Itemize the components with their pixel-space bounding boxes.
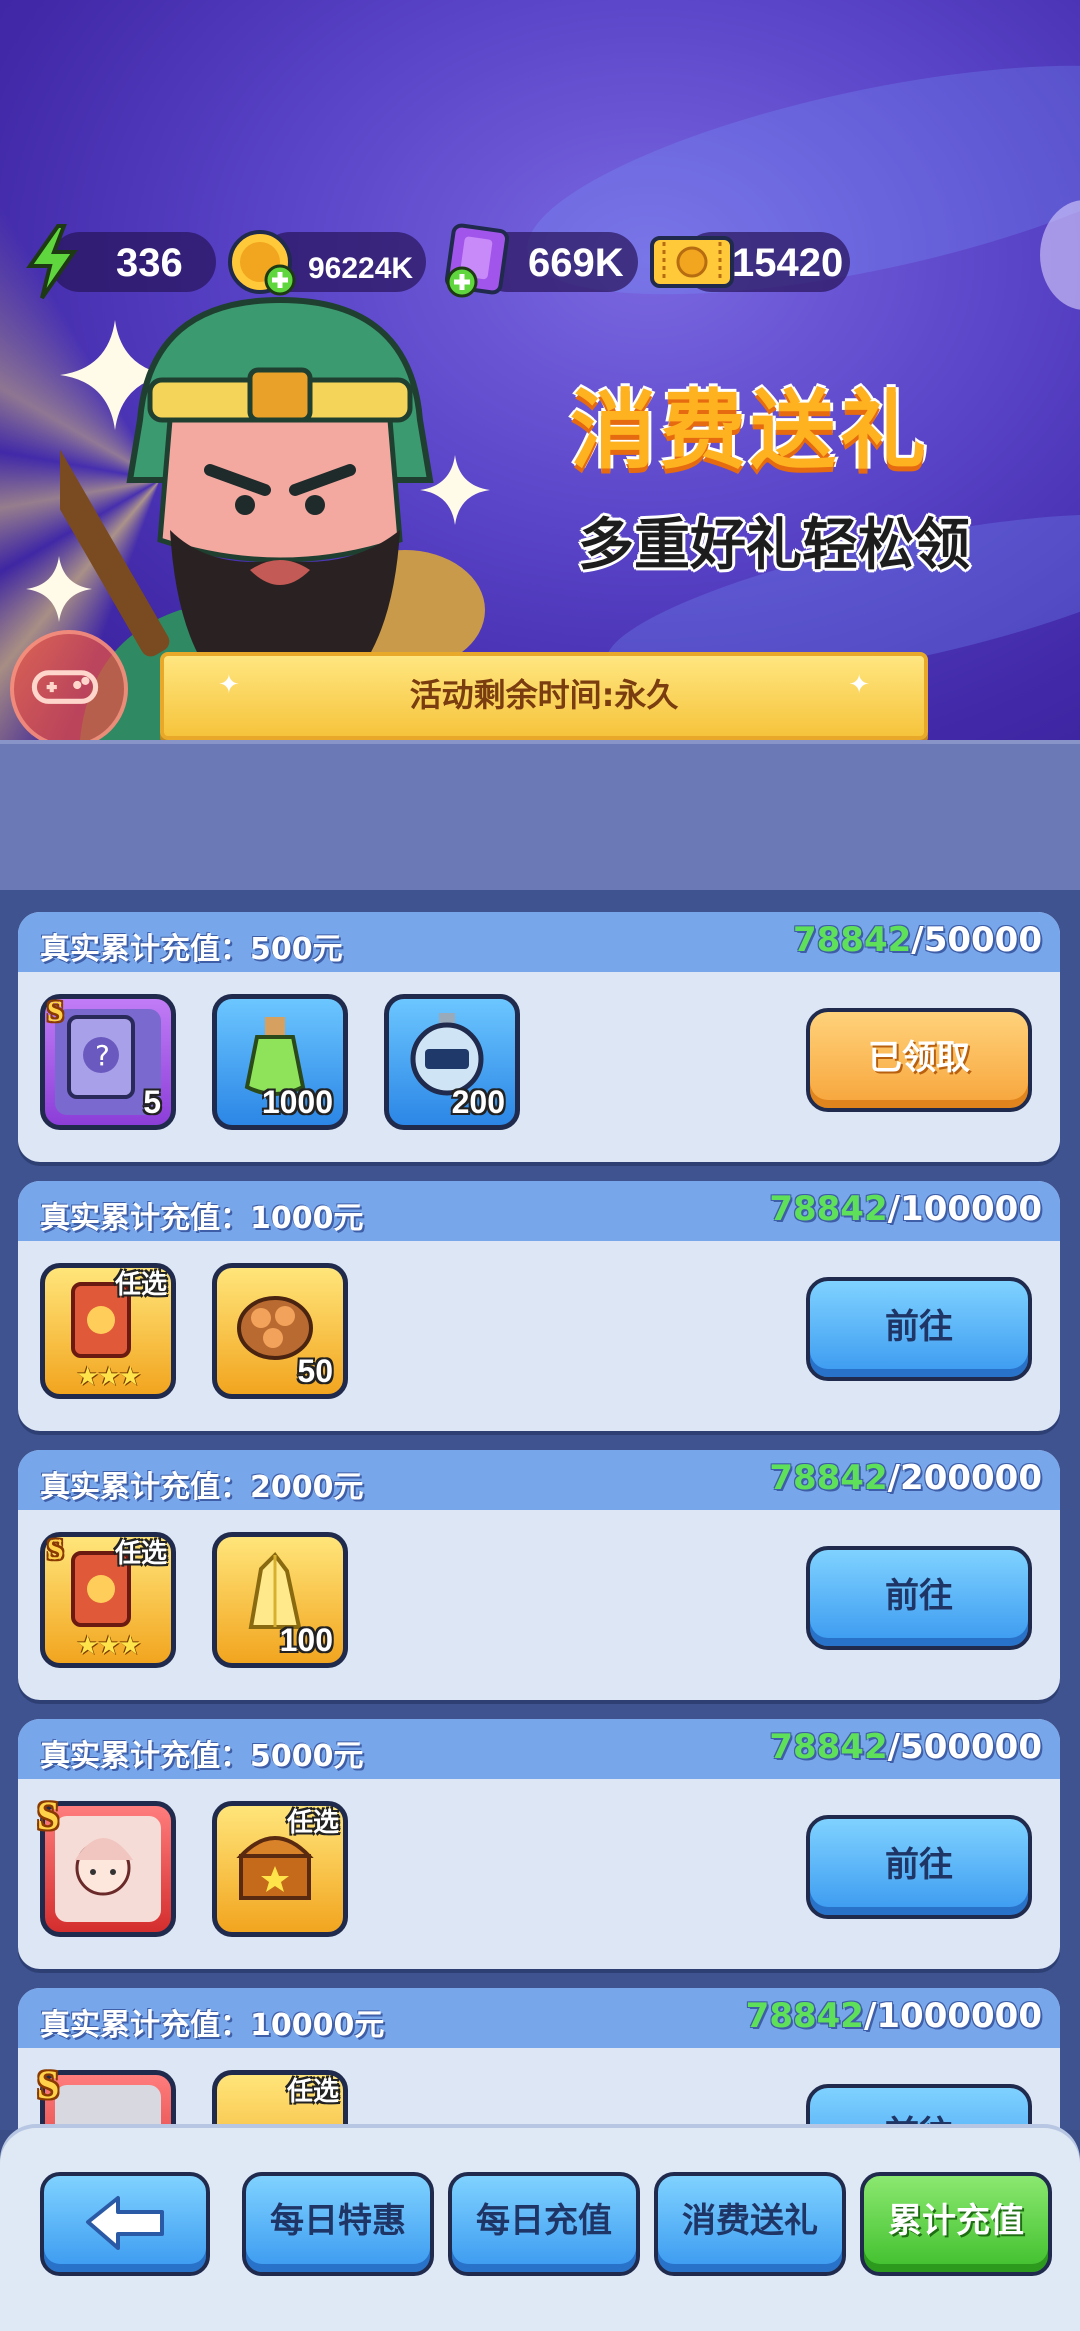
go-button[interactable]: 前往 (806, 1277, 1032, 1381)
reward-item[interactable]: S (37, 1793, 176, 1937)
event-title: 消费送礼 (570, 381, 930, 481)
back-button[interactable] (40, 2172, 210, 2276)
header-strip (0, 740, 1080, 894)
gold-ticket-icon (650, 236, 734, 288)
reward-item[interactable]: ? S 5 (40, 994, 176, 1130)
reward-item[interactable]: 100 (212, 1532, 348, 1668)
item-quantity: 50 (297, 1353, 333, 1389)
tab-spend-gifts[interactable]: 消费送礼 (654, 2172, 846, 2276)
progress-target: /200000 (887, 1458, 1042, 1498)
lightning-icon (26, 224, 78, 300)
back-arrow-icon (86, 2196, 164, 2250)
gamepad-icon (31, 670, 99, 704)
event-timer-text: 活动剩余时间:永久 (409, 676, 679, 714)
three-star-rating: ★★★ (76, 1631, 142, 1661)
svg-text:?: ? (95, 1039, 110, 1072)
tier-title: 真实累计充值：500元 (40, 932, 343, 967)
tier-header: 真实累计充值：2000元 78842/200000 (18, 1450, 1060, 1510)
tickets-value: 15420 (732, 241, 844, 285)
tab-daily-deals[interactable]: 每日特惠 (242, 2172, 434, 2276)
reward-tier-card: 真实累计充值：500元 78842/50000 ? S 5 1000 200 已… (18, 912, 1060, 1162)
optional-tag: 任选 (286, 2077, 339, 2107)
progress-target: /1000000 (863, 1996, 1042, 2036)
purple-gem-add-icon[interactable] (442, 222, 518, 302)
tier-header: 真实累计充值：500元 78842/50000 (18, 912, 1060, 972)
s-rank-badge: S (37, 2062, 60, 2107)
tier-progress: 78842/50000 (793, 920, 1042, 960)
progress-target: /500000 (887, 1727, 1042, 1767)
reward-item[interactable]: S 任选 ★★★ (40, 1532, 176, 1668)
gold-coin-add-icon[interactable] (226, 226, 298, 298)
optional-tag: 任选 (286, 1808, 339, 1838)
reward-tier-card: 真实累计充值：2000元 78842/200000 S 任选 ★★★ 100 前… (18, 1450, 1060, 1700)
progress-current: 78842 (792, 920, 912, 960)
three-star-rating: ★★★ (76, 1362, 142, 1392)
tier-title: 真实累计充值：10000元 (40, 2008, 385, 2043)
tier-header: 真实累计充值：5000元 78842/500000 (18, 1719, 1060, 1779)
reward-item[interactable]: 200 (384, 994, 520, 1130)
tab-daily-recharge[interactable]: 每日充值 (448, 2172, 640, 2276)
reward-item[interactable]: 任选 (212, 1801, 348, 1937)
go-button[interactable]: 前往 (806, 1815, 1032, 1919)
gold-value: 96224K (308, 252, 414, 285)
progress-current: 78842 (769, 1189, 888, 1229)
event-subtitle: 多重好礼轻松领 (578, 513, 970, 578)
event-timer-ribbon: ✦ ✦ 活动剩余时间:永久 (160, 652, 928, 740)
optional-tag: 任选 (114, 1270, 167, 1300)
tier-progress: 78842/100000 (769, 1189, 1042, 1229)
progress-target: /100000 (887, 1189, 1042, 1229)
floating-gamepad-button[interactable] (10, 630, 128, 740)
s-rank-badge: S (47, 995, 64, 1028)
reward-tier-card: 真实累计充值：1000元 78842/100000 任选 ★★★ 50 前往 (18, 1181, 1060, 1431)
tier-progress: 78842/1000000 (746, 1996, 1042, 2036)
tier-progress: 78842/500000 (769, 1727, 1042, 1767)
tier-title: 真实累计充值：5000元 (40, 1739, 364, 1774)
progress-target: /50000 (911, 920, 1042, 960)
progress-current: 78842 (745, 1996, 864, 2036)
tier-header: 真实累计充值：1000元 78842/100000 (18, 1181, 1060, 1241)
event-banner: 消费送礼 多重好礼轻松领 ✦ ✦ 活动剩余时间:永久 336 96224K 66… (0, 0, 1080, 740)
tier-title: 真实累计充值：1000元 (40, 1201, 364, 1236)
bottom-navigation: 每日特惠 每日充值 消费送礼 累计充值 (0, 2128, 1080, 2331)
progress-current: 78842 (769, 1727, 888, 1767)
reward-tier-card: 真实累计充值：5000元 78842/500000 S 任选 前往 (18, 1719, 1060, 1969)
reward-item[interactable]: 1000 (212, 994, 348, 1130)
optional-tag: 任选 (114, 1539, 167, 1569)
tier-title: 真实累计充值：2000元 (40, 1470, 364, 1505)
s-rank-badge: S (47, 1533, 64, 1566)
progress-current: 78842 (769, 1458, 888, 1498)
item-quantity: 5 (143, 1084, 161, 1120)
item-quantity: 1000 (261, 1084, 333, 1120)
gems-value: 669K (528, 241, 624, 285)
tier-header: 真实累计充值：10000元 78842/1000000 (18, 1988, 1060, 2048)
energy-value: 336 (116, 241, 183, 285)
go-button[interactable]: 前往 (806, 1546, 1032, 1650)
tier-progress: 78842/200000 (769, 1458, 1042, 1498)
reward-item[interactable]: 50 (212, 1263, 348, 1399)
item-quantity: 100 (279, 1622, 333, 1658)
claimed-button[interactable]: 已领取 (806, 1008, 1032, 1112)
hero-portrait-icon (55, 1816, 161, 1922)
tab-cumulative-recharge[interactable]: 累计充值 (860, 2172, 1052, 2276)
s-rank-badge: S (37, 1793, 60, 1838)
item-quantity: 200 (451, 1084, 505, 1120)
reward-item[interactable]: 任选 ★★★ (40, 1263, 176, 1399)
